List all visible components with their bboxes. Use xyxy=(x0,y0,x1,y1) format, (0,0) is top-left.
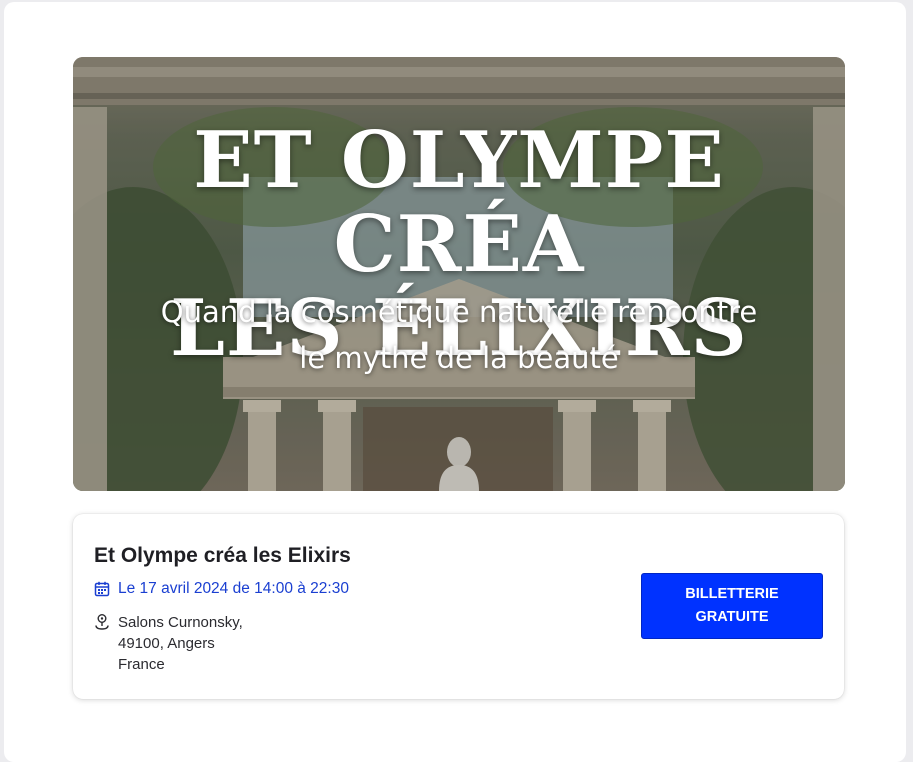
address-line-venue: Salons Curnonsky, xyxy=(118,614,243,631)
banner-subtitle: Quand la cosmétique naturelle rencontre … xyxy=(73,289,845,381)
address-line-country: France xyxy=(118,656,165,673)
event-banner-image: ET OLYMPE CRÉA LES ÉLIXIRS Quand la cosm… xyxy=(73,57,845,491)
ticket-button-line-1: BILLETTERIE xyxy=(685,586,779,602)
event-date-text[interactable]: Le 17 avril 2024 de 14:00 à 22:30 xyxy=(118,580,349,598)
address-line-city: 49100, Angers xyxy=(118,635,215,652)
map-pin-icon xyxy=(95,614,109,630)
page-container: ET OLYMPE CRÉA LES ÉLIXIRS Quand la cosm… xyxy=(4,2,906,762)
event-title: Et Olympe créa les Elixirs xyxy=(94,544,351,567)
ticket-button-line-2: GRATUITE xyxy=(695,609,769,625)
banner-subtitle-line-1: Quand la cosmétique naturelle rencontre xyxy=(160,295,758,329)
banner-subtitle-line-2: le mythe de la beauté xyxy=(299,341,619,375)
banner-title-line-1: ET OLYMPE CRÉA xyxy=(193,115,725,290)
event-date: Le 17 avril 2024 de 14:00 à 22:30 xyxy=(94,580,349,598)
free-ticket-button[interactable]: BILLETTERIE GRATUITE xyxy=(641,573,823,639)
calendar-icon xyxy=(94,581,110,597)
event-info-card: Et Olympe créa les Elixirs Le 17 avril 2… xyxy=(73,514,844,699)
event-address: Salons Curnonsky, 49100, Angers France xyxy=(118,612,243,675)
event-location: Salons Curnonsky, 49100, Angers France xyxy=(94,612,243,675)
